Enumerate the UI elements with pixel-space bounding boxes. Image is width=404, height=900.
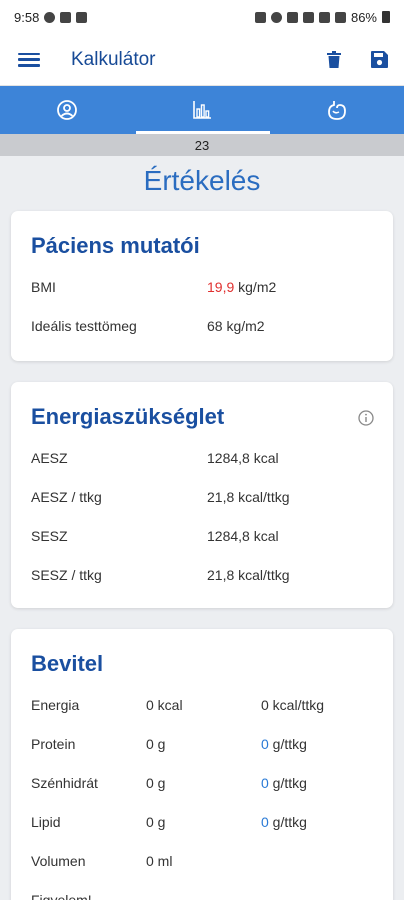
intake-row: Protein 0 g 0 g/ttkg [31, 724, 373, 763]
page-title: Értékelés [143, 165, 261, 196]
ideal-weight-label: Ideális testtömeg [31, 317, 137, 334]
tab-bar [0, 86, 404, 134]
energy-value: 1284,8 kcal [207, 527, 279, 544]
energy-label: AESZ [31, 449, 68, 466]
energy-label: SESZ / ttkg [31, 566, 102, 583]
ideal-weight-value: 68 kg/m2 [207, 317, 265, 334]
clock-icon [270, 11, 282, 23]
intake-label: Volumen [31, 852, 86, 869]
status-bar: 9:58 86% [0, 0, 404, 34]
energy-card: Energiaszükséglet AESZ 1284,8 kcal AESZ … [11, 382, 393, 608]
energy-row: AESZ / ttkg 21,8 kcal/ttkg [31, 477, 373, 516]
wifi-icon [302, 11, 314, 23]
status-time: 9:58 [14, 9, 40, 25]
bmi-unit: kg/m2 [234, 278, 277, 295]
app-bar: Kalkulátor [0, 34, 404, 86]
tab-stomach[interactable] [269, 86, 404, 134]
intake-value: 0 g [146, 735, 166, 752]
patient-card: Páciens mutatói BMI 19,9 kg/m2 Ideális t… [11, 211, 393, 361]
intake-per-kg-unit: 0 kcal/ttkg [261, 696, 325, 713]
patient-face-icon [57, 100, 78, 120]
intake-label: Energia [31, 696, 80, 713]
page-number: 23 [194, 137, 210, 153]
ideal-weight-row: Ideális testtömeg 68 kg/m2 [31, 306, 373, 345]
intake-label: Protein [31, 735, 76, 752]
intake-per-kg-number: 0 [261, 774, 269, 791]
energy-row: AESZ 1284,8 kcal [31, 438, 373, 477]
signal-icon [318, 11, 330, 23]
stomach-icon [327, 101, 346, 120]
save-icon[interactable] [371, 51, 388, 68]
signal-2-icon [334, 11, 346, 23]
messenger-icon [44, 11, 56, 23]
energy-value: 21,8 kcal/ttkg [207, 488, 290, 505]
intake-per-kg: 0 g/ttkg [261, 775, 307, 791]
menu-icon[interactable] [18, 51, 40, 69]
bmi-label: BMI [31, 278, 56, 295]
intake-value: 0 g [146, 813, 166, 830]
energy-row: SESZ 1284,8 kcal [31, 516, 373, 555]
energy-label: SESZ [31, 527, 68, 544]
page-indicator: 23 [0, 134, 404, 156]
intake-row: Lipid 0 g 0 g/ttkg [31, 802, 373, 841]
intake-value: 0 ml [146, 852, 173, 869]
intake-per-kg: 0 kcal/ttkg [261, 697, 324, 713]
intake-row: Energia 0 kcal 0 kcal/ttkg [31, 685, 373, 724]
gallery-icon [76, 11, 88, 23]
intake-per-kg-number: 0 [261, 735, 269, 752]
patient-card-title: Páciens mutatói [31, 233, 200, 258]
energy-value: 21,8 kcal/ttkg [207, 566, 290, 583]
intake-per-kg-unit: g/ttkg [268, 735, 307, 752]
energy-row: SESZ / ttkg 21,8 kcal/ttkg [31, 555, 373, 594]
energy-value: 1284,8 kcal [207, 449, 279, 466]
warning-text: Figyelem! [31, 891, 92, 900]
warning-row: Figyelem! [31, 880, 373, 900]
intake-card-title: Bevitel [31, 651, 104, 676]
alarm-icon [254, 11, 266, 23]
intake-per-kg: 0 g/ttkg [261, 736, 307, 752]
intake-per-kg-unit: g/ttkg [268, 774, 307, 791]
intake-label: Lipid [31, 813, 61, 830]
intake-per-kg: 0 g/ttkg [261, 814, 307, 830]
intake-row: Volumen 0 ml [31, 841, 373, 880]
trash-icon[interactable] [327, 51, 341, 68]
bmi-value-wrap: 19,9 kg/m2 [207, 279, 276, 295]
notification-icon [60, 11, 72, 23]
intake-label: Szénhidrát [31, 774, 98, 791]
intake-value: 0 kcal [146, 696, 183, 713]
intake-per-kg-number: 0 [261, 813, 269, 830]
app-title: Kalkulátor [71, 48, 156, 70]
info-icon[interactable] [358, 410, 374, 426]
bar-chart-icon [193, 101, 211, 119]
tab-patient[interactable] [0, 86, 135, 134]
intake-per-kg-unit: g/ttkg [268, 813, 307, 830]
tab-results[interactable] [135, 86, 270, 134]
energy-label: AESZ / ttkg [31, 488, 102, 505]
intake-value: 0 g [146, 774, 166, 791]
battery-icon [382, 11, 390, 23]
bmi-row: BMI 19,9 kg/m2 [31, 267, 373, 306]
energy-card-title: Energiaszükséglet [31, 404, 225, 429]
bmi-value: 19,9 [207, 278, 235, 295]
intake-row: Szénhidrát 0 g 0 g/ttkg [31, 763, 373, 802]
intake-card: Bevitel Energia 0 kcal 0 kcal/ttkg Prote… [11, 629, 393, 900]
battery-percent: 86% [350, 9, 377, 25]
nfc-icon [286, 11, 298, 23]
